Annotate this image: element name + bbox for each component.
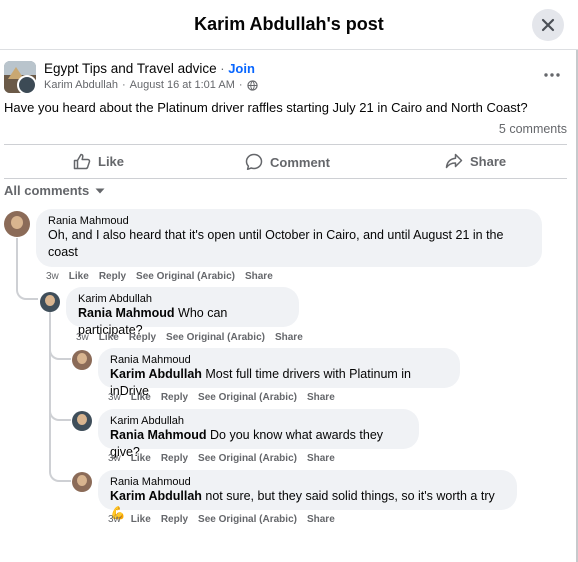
commenter-avatar[interactable]: [40, 292, 60, 312]
comment-share-button[interactable]: Share: [275, 332, 303, 343]
mention-link[interactable]: Rania Mahmoud: [110, 428, 207, 442]
comment-share-button[interactable]: Share: [245, 271, 273, 282]
dialog-title: Karim Abdullah's post: [194, 14, 384, 34]
comment-share-button[interactable]: Share: [307, 392, 335, 403]
caret-down-icon: [95, 188, 105, 193]
comment-icon: [245, 153, 263, 171]
thread-connector: [49, 405, 71, 421]
close-button[interactable]: [532, 9, 564, 41]
comment-reply-button[interactable]: Reply: [129, 332, 156, 343]
see-original-button[interactable]: See Original (Arabic): [136, 271, 235, 282]
commenter-avatar[interactable]: [72, 350, 92, 370]
separator-dot: ·: [122, 79, 126, 91]
comment-like-button[interactable]: Like: [131, 453, 151, 464]
comment-text: Oh, and I also heard that it's open unti…: [48, 228, 504, 259]
see-original-button[interactable]: See Original (Arabic): [198, 453, 297, 464]
separator-dot: ·: [238, 79, 243, 91]
like-label: Like: [98, 154, 125, 169]
post-action-bar: Like Comment Share: [4, 144, 567, 179]
see-original-button[interactable]: See Original (Arabic): [198, 514, 297, 525]
post-options-button[interactable]: [540, 66, 564, 84]
see-original-button[interactable]: See Original (Arabic): [198, 392, 297, 403]
comment-bubble: Karim Abdullah Rania Mahmoud Do you know…: [98, 409, 419, 459]
thread-connector: [49, 344, 71, 360]
like-icon: [73, 153, 91, 170]
comment-time[interactable]: 3w: [76, 332, 89, 343]
mention-link[interactable]: Karim Abdullah: [110, 489, 202, 503]
comment-button[interactable]: Comment: [245, 153, 330, 171]
comment-sort-dropdown[interactable]: All comments: [4, 183, 105, 198]
comment-like-button[interactable]: Like: [131, 514, 151, 525]
dialog-header: Karim Abdullah's post: [0, 0, 578, 50]
comment-time[interactable]: 3w: [108, 392, 121, 403]
comment-bubble: Rania Mahmoud Oh, and I also heard that …: [36, 209, 542, 267]
comment-actions: 3w Like Reply See Original (Arabic) Shar…: [46, 271, 273, 282]
comment-reply-button[interactable]: Reply: [99, 271, 126, 282]
comment-bubble: Rania Mahmoud Karim Abdullah not sure, b…: [98, 470, 517, 520]
author-avatar[interactable]: [17, 75, 37, 95]
commenter-avatar[interactable]: [72, 472, 92, 492]
more-icon: [544, 73, 560, 77]
share-label: Share: [470, 153, 507, 169]
thread-connector: [49, 466, 71, 482]
separator-dot: ·: [220, 61, 225, 76]
comment-actions: 3w Like Reply See Original (Arabic) Shar…: [76, 332, 303, 343]
comment-share-button[interactable]: Share: [307, 514, 335, 525]
comment-reply-button[interactable]: Reply: [161, 453, 188, 464]
comment-actions: 3w Like Reply See Original (Arabic) Shar…: [108, 514, 335, 525]
comment-like-button[interactable]: Like: [131, 392, 151, 403]
comment-actions: 3w Like Reply See Original (Arabic) Shar…: [108, 453, 335, 464]
comment-bubble: Rania Mahmoud Karim Abdullah Most full t…: [98, 348, 460, 398]
comment-share-button[interactable]: Share: [307, 453, 335, 464]
sort-label: All comments: [4, 183, 90, 198]
comment-author-link[interactable]: Rania Mahmoud: [110, 476, 505, 488]
mention-link[interactable]: Karim Abdullah: [110, 367, 202, 381]
group-name-link[interactable]: Egypt Tips and Travel advice: [44, 61, 217, 76]
comment-like-button[interactable]: Like: [69, 271, 89, 282]
post-group-line: Egypt Tips and Travel advice · Join: [44, 61, 255, 76]
thread-line: [16, 238, 18, 288]
comment-author-link[interactable]: Rania Mahmoud: [48, 215, 530, 227]
post-author-line: Karim Abdullah · August 16 at 1:01 AM ·: [44, 79, 258, 91]
share-button[interactable]: Share: [445, 153, 506, 169]
comment-like-button[interactable]: Like: [99, 332, 119, 343]
mention-link[interactable]: Rania Mahmoud: [78, 306, 175, 320]
post-date-link[interactable]: August 16 at 1:01 AM: [130, 79, 235, 91]
commenter-avatar[interactable]: [72, 411, 92, 431]
comment-time[interactable]: 3w: [108, 453, 121, 464]
comment-label: Comment: [270, 154, 330, 170]
comment-reply-button[interactable]: Reply: [161, 392, 188, 403]
share-icon: [445, 153, 463, 169]
comment-bubble: Karim Abdullah Rania Mahmoud Who can par…: [66, 287, 299, 337]
like-button[interactable]: Like: [73, 153, 124, 170]
thread-connector: [16, 284, 38, 300]
post-author-link[interactable]: Karim Abdullah: [44, 79, 118, 91]
comment-author-link[interactable]: Rania Mahmoud: [110, 354, 448, 366]
comment-time[interactable]: 3w: [108, 514, 121, 525]
comment-time[interactable]: 3w: [46, 271, 59, 282]
join-group-link[interactable]: Join: [228, 61, 255, 76]
comment-actions: 3w Like Reply See Original (Arabic) Shar…: [108, 392, 335, 403]
comment-count-link[interactable]: 5 comments: [499, 122, 567, 136]
comment-author-link[interactable]: Karim Abdullah: [110, 415, 407, 427]
comment-reply-button[interactable]: Reply: [161, 514, 188, 525]
see-original-button[interactable]: See Original (Arabic): [166, 332, 265, 343]
close-icon: [541, 18, 555, 32]
thread-line: [49, 312, 51, 472]
post-text: Have you heard about the Platinum driver…: [4, 100, 528, 115]
comment-author-link[interactable]: Karim Abdullah: [78, 293, 287, 305]
globe-icon: [246, 79, 258, 91]
commenter-avatar[interactable]: [4, 211, 30, 237]
